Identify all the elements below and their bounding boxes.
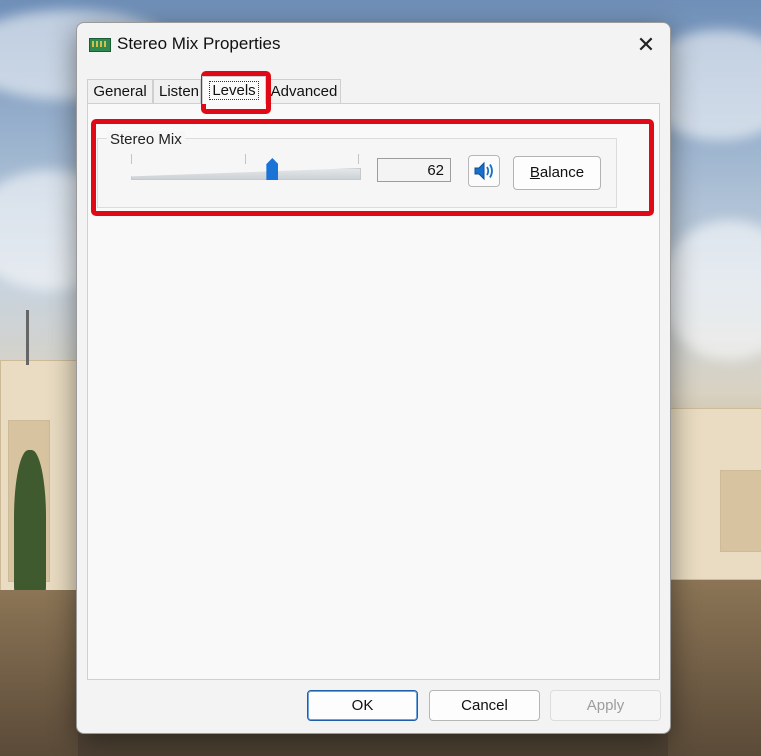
balance-accelerator: B [529,164,540,181]
slider-thumb[interactable] [266,158,279,180]
balance-rest: alance [539,164,585,181]
tab-general[interactable]: General [87,79,153,104]
slider-tick [358,154,359,164]
slider-tick [245,154,246,164]
tab-advanced[interactable]: Advanced [267,79,341,104]
sound-card-icon [89,38,111,52]
slider-tick [131,154,132,164]
level-value-field[interactable]: 62 [377,158,451,182]
mute-toggle-button[interactable] [468,155,500,187]
speaker-volume-icon [474,161,493,181]
title-bar: Stereo Mix Properties ✕ [77,23,670,67]
close-icon: ✕ [636,32,656,57]
tab-listen[interactable]: Listen [153,79,201,104]
apply-button[interactable]: Apply [550,690,661,721]
ok-button[interactable]: OK [307,690,418,721]
slider-track [131,168,361,180]
tab-levels-label: Levels [209,81,259,100]
close-button[interactable]: ✕ [622,23,670,67]
balance-button[interactable]: Balance [513,156,601,190]
group-label: Stereo Mix [107,131,185,148]
cancel-button[interactable]: Cancel [429,690,540,721]
properties-dialog: Stereo Mix Properties ✕ General Listen L… [76,22,671,734]
window-title: Stereo Mix Properties [117,34,281,53]
tab-levels[interactable]: Levels [202,76,266,104]
level-slider[interactable] [131,154,361,184]
